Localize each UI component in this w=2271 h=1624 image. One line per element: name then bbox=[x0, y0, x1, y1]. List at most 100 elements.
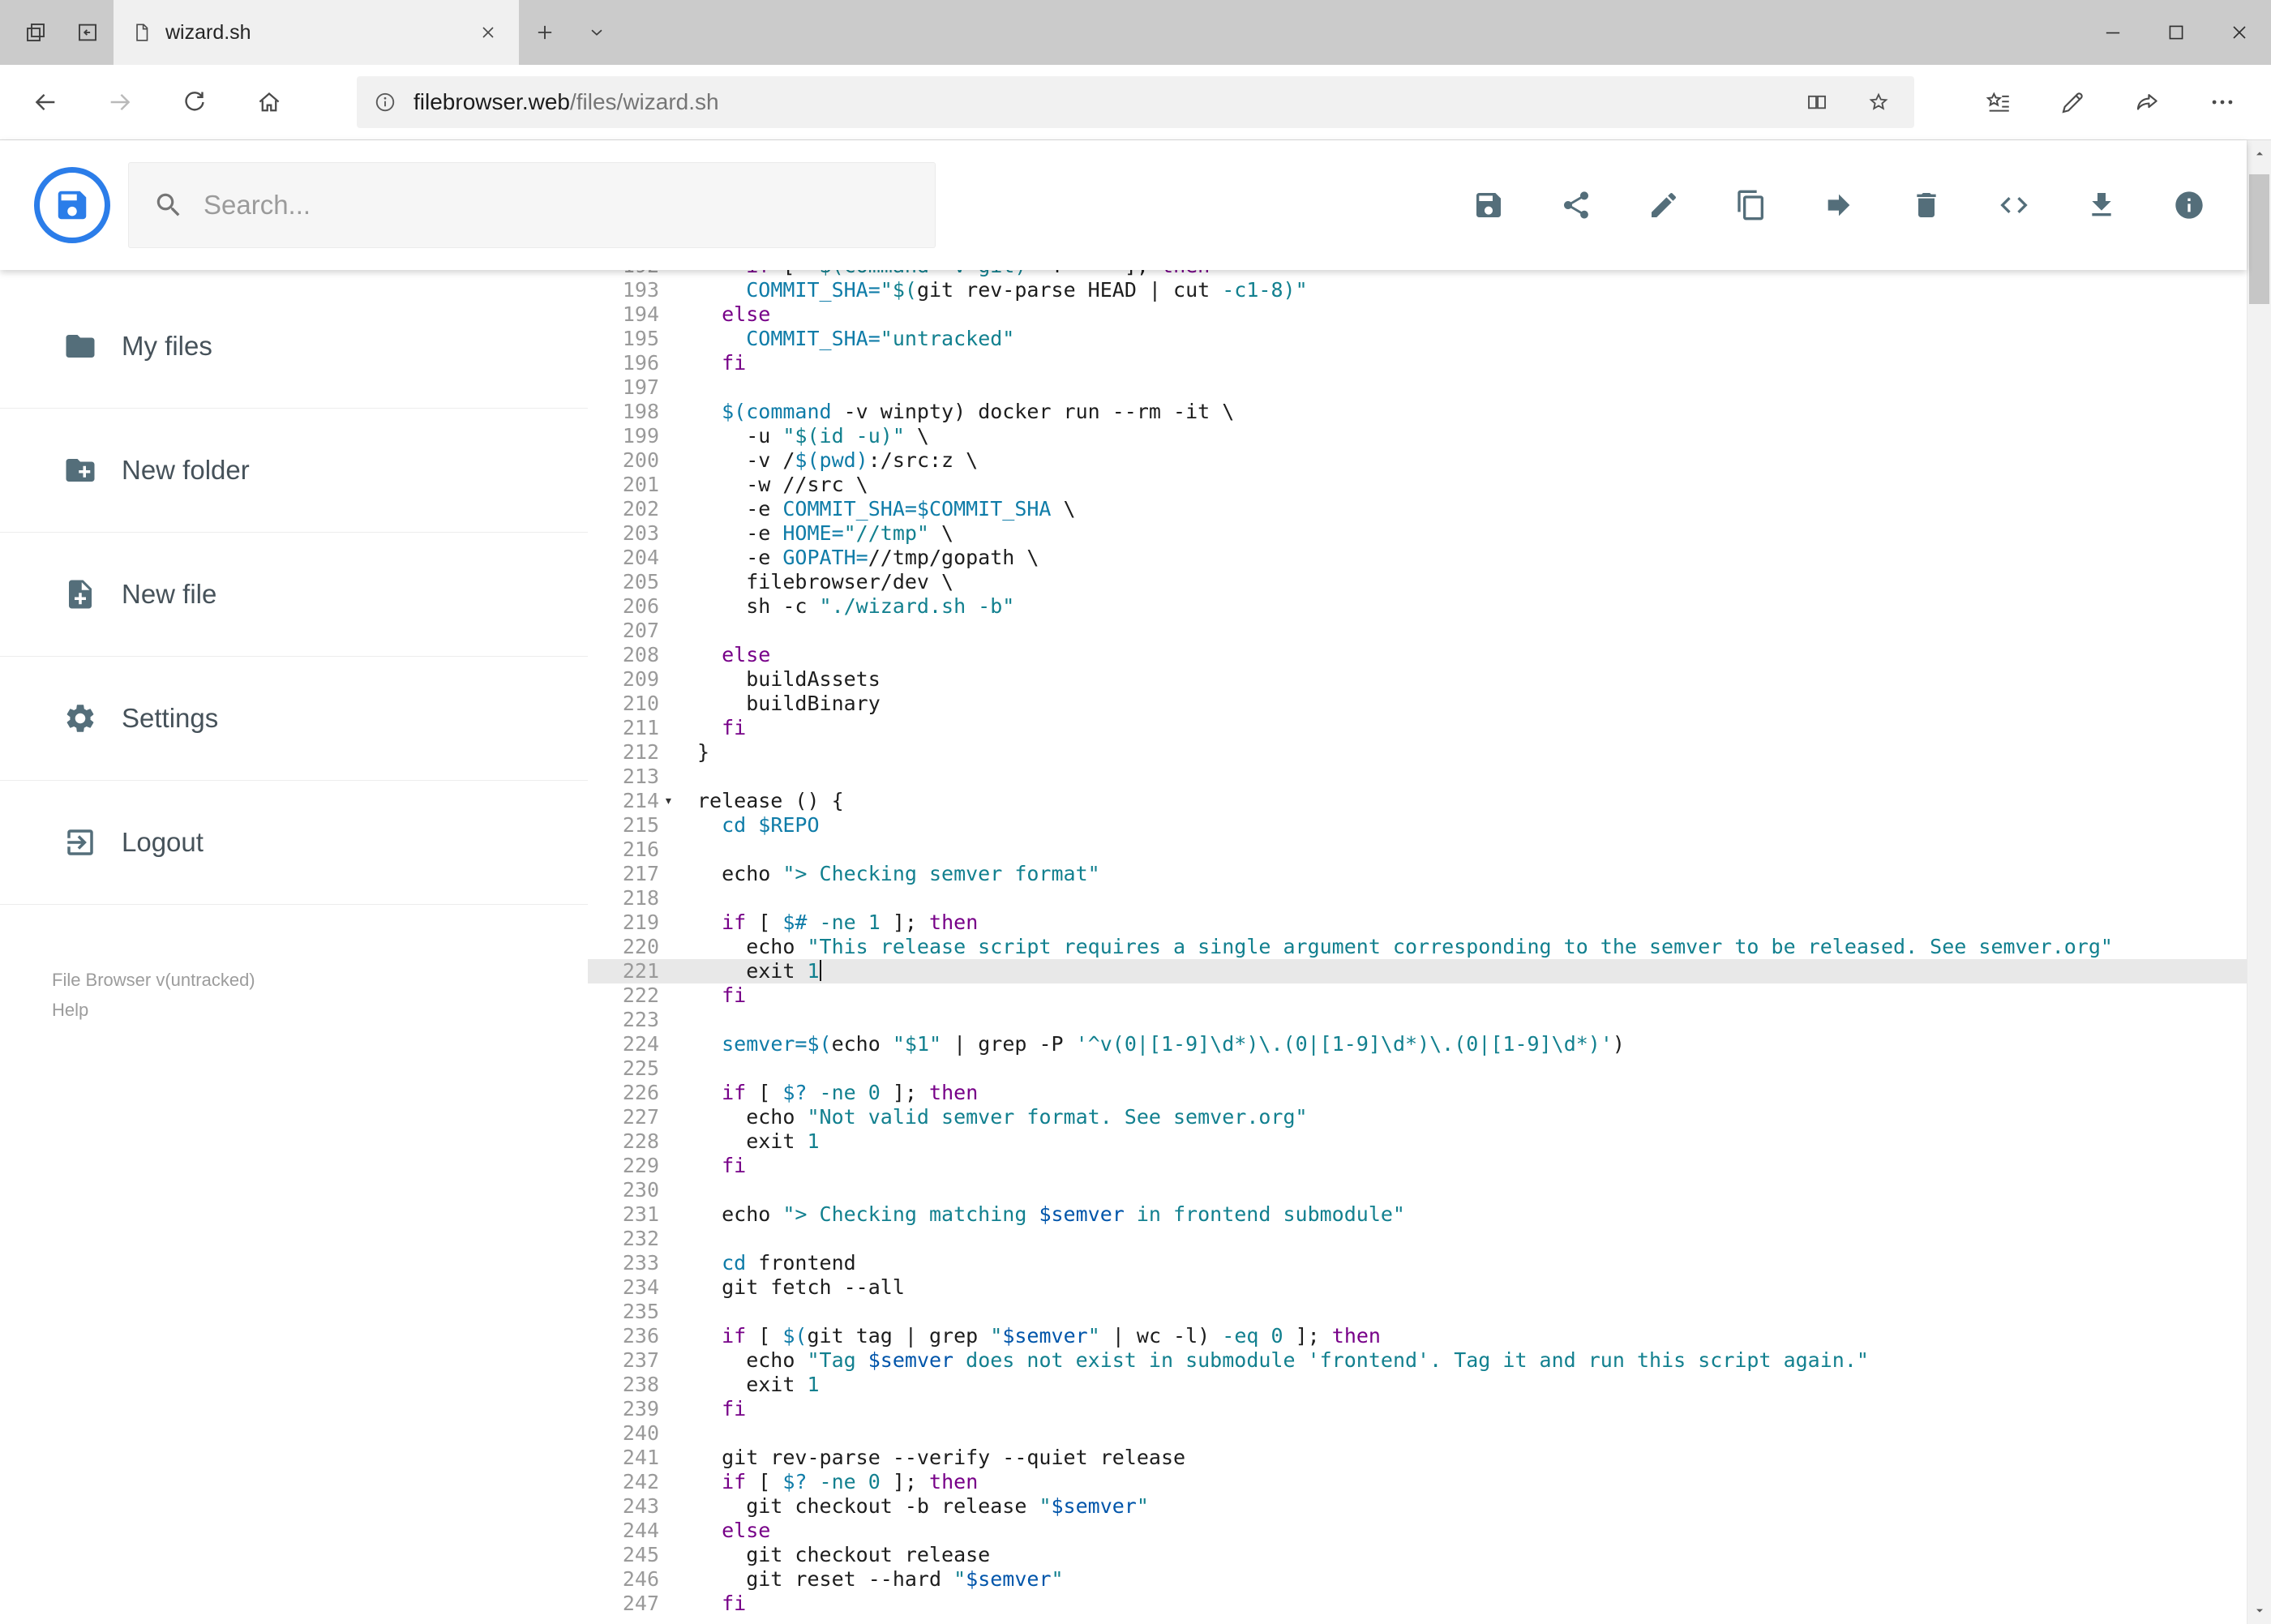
code-line[interactable]: 202 -e COMMIT_SHA=$COMMIT_SHA \ bbox=[588, 497, 2247, 521]
edit-button[interactable] bbox=[1634, 175, 1694, 235]
code-line[interactable]: 227 echo "Not valid semver format. See s… bbox=[588, 1105, 2247, 1129]
home-icon[interactable] bbox=[232, 68, 306, 136]
search-box[interactable] bbox=[128, 162, 936, 248]
tab-list-chevron-icon[interactable] bbox=[571, 0, 623, 65]
code-line[interactable]: 231 echo "> Checking matching $semver in… bbox=[588, 1202, 2247, 1227]
reading-view-icon[interactable] bbox=[1794, 79, 1840, 125]
maximize-button[interactable] bbox=[2145, 0, 2208, 65]
code-line[interactable]: 210 buildBinary bbox=[588, 692, 2247, 716]
browser-tab[interactable]: wizard.sh bbox=[114, 0, 519, 65]
code-editor[interactable]: 192 if [ "$(command -v git)" != "" ]; th… bbox=[588, 270, 2247, 1624]
code-line[interactable]: 245 git checkout release bbox=[588, 1543, 2247, 1567]
sidebar-item-my-files[interactable]: My files bbox=[0, 285, 588, 409]
refresh-icon[interactable] bbox=[157, 68, 232, 136]
code-line[interactable]: 197 bbox=[588, 375, 2247, 400]
code-line[interactable]: 194 else bbox=[588, 302, 2247, 327]
code-line[interactable]: 196 fi bbox=[588, 351, 2247, 375]
help-link[interactable]: Help bbox=[52, 995, 88, 1025]
code-line[interactable]: 247 fi bbox=[588, 1592, 2247, 1616]
scrollbar-track[interactable] bbox=[2247, 168, 2271, 1596]
favorite-star-icon[interactable] bbox=[1856, 79, 1901, 125]
code-line[interactable]: 236 if [ $(git tag | grep "$semver" | wc… bbox=[588, 1324, 2247, 1348]
info-button[interactable] bbox=[2159, 175, 2219, 235]
code-line[interactable]: 222 fi bbox=[588, 983, 2247, 1008]
share-button[interactable] bbox=[1546, 175, 1606, 235]
tabs-aside-icon[interactable] bbox=[10, 0, 62, 65]
code-line[interactable]: 244 else bbox=[588, 1519, 2247, 1543]
code-line[interactable]: 201 -w //src \ bbox=[588, 473, 2247, 497]
web-note-pen-icon[interactable] bbox=[2036, 68, 2110, 136]
code-line[interactable]: 214 ▾ release () { bbox=[588, 789, 2247, 813]
copy-button[interactable] bbox=[1721, 175, 1781, 235]
search-input[interactable] bbox=[204, 190, 911, 221]
code-line[interactable]: 208 else bbox=[588, 643, 2247, 667]
code-button[interactable] bbox=[1984, 175, 2044, 235]
sidebar-item-settings[interactable]: Settings bbox=[0, 657, 588, 781]
code-line[interactable]: 211 fi bbox=[588, 716, 2247, 740]
code-line[interactable]: 238 exit 1 bbox=[588, 1373, 2247, 1397]
download-button[interactable] bbox=[2072, 175, 2132, 235]
hub-favorites-icon[interactable] bbox=[1961, 68, 2036, 136]
share-page-icon[interactable] bbox=[2110, 68, 2185, 136]
code-line[interactable]: 206 sh -c "./wizard.sh -b" bbox=[588, 594, 2247, 619]
code-line[interactable]: 239 fi bbox=[588, 1397, 2247, 1421]
address-bar[interactable]: filebrowser.web/files/wizard.sh bbox=[357, 76, 1914, 128]
close-button[interactable] bbox=[2208, 0, 2271, 65]
tab-preview-icon[interactable] bbox=[62, 0, 114, 65]
code-line[interactable]: 212} bbox=[588, 740, 2247, 765]
code-line[interactable]: 242 if [ $? -ne 0 ]; then bbox=[588, 1470, 2247, 1494]
code-line[interactable]: 192 if [ "$(command -v git)" != "" ]; th… bbox=[588, 270, 2247, 278]
code-line[interactable]: 213 bbox=[588, 765, 2247, 789]
code-line[interactable]: 215 cd $REPO bbox=[588, 813, 2247, 838]
code-line[interactable]: 209 buildAssets bbox=[588, 667, 2247, 692]
code-line[interactable]: 235 bbox=[588, 1300, 2247, 1324]
filebrowser-logo[interactable] bbox=[34, 167, 110, 243]
code-line[interactable]: 218 bbox=[588, 886, 2247, 911]
code-line[interactable]: 224 semver=$(echo "$1" | grep -P '^v(0|[… bbox=[588, 1032, 2247, 1056]
code-line[interactable]: 233 cd frontend bbox=[588, 1251, 2247, 1275]
code-line[interactable]: 237 echo "Tag $semver does not exist in … bbox=[588, 1348, 2247, 1373]
code-line[interactable]: 246 git reset --hard "$semver" bbox=[588, 1567, 2247, 1592]
code-line[interactable]: 198 $(command -v winpty) docker run --rm… bbox=[588, 400, 2247, 424]
move-button[interactable] bbox=[1809, 175, 1869, 235]
scrollbar[interactable] bbox=[2247, 140, 2271, 1624]
code-line[interactable]: 243 git checkout -b release "$semver" bbox=[588, 1494, 2247, 1519]
new-tab-button[interactable] bbox=[519, 0, 571, 65]
more-options-icon[interactable] bbox=[2185, 68, 2260, 136]
code-line[interactable]: 200 -v /$(pwd):/src:z \ bbox=[588, 448, 2247, 473]
code-line[interactable]: 221 exit 1 bbox=[588, 959, 2247, 983]
code-line[interactable]: 195 COMMIT_SHA="untracked" bbox=[588, 327, 2247, 351]
fold-arrow-icon[interactable]: ▾ bbox=[664, 789, 673, 813]
code-line[interactable]: 219 if [ $# -ne 1 ]; then bbox=[588, 911, 2247, 935]
code-line[interactable]: 223 bbox=[588, 1008, 2247, 1032]
code-line[interactable]: 203 -e HOME="//tmp" \ bbox=[588, 521, 2247, 546]
code-line[interactable]: 207 bbox=[588, 619, 2247, 643]
code-line[interactable]: 199 -u "$(id -u)" \ bbox=[588, 424, 2247, 448]
code-line[interactable]: 217 echo "> Checking semver format" bbox=[588, 862, 2247, 886]
sidebar-item-new-file[interactable]: New file bbox=[0, 533, 588, 657]
page-info-icon[interactable] bbox=[373, 90, 397, 114]
minimize-button[interactable] bbox=[2081, 0, 2145, 65]
scroll-up-icon[interactable] bbox=[2247, 140, 2271, 168]
scroll-down-icon[interactable] bbox=[2247, 1596, 2271, 1624]
forward-icon[interactable] bbox=[83, 68, 157, 136]
code-line[interactable]: 234 git fetch --all bbox=[588, 1275, 2247, 1300]
code-line[interactable]: 229 fi bbox=[588, 1154, 2247, 1178]
code-line[interactable]: 228 exit 1 bbox=[588, 1129, 2247, 1154]
back-icon[interactable] bbox=[8, 68, 83, 136]
scrollbar-thumb[interactable] bbox=[2249, 174, 2269, 304]
code-line[interactable]: 193 COMMIT_SHA="$(git rev-parse HEAD | c… bbox=[588, 278, 2247, 302]
sidebar-item-logout[interactable]: Logout bbox=[0, 781, 588, 905]
delete-button[interactable] bbox=[1896, 175, 1956, 235]
code-line[interactable]: 220 echo "This release script requires a… bbox=[588, 935, 2247, 959]
code-line[interactable]: 205 filebrowser/dev \ bbox=[588, 570, 2247, 594]
sidebar-item-new-folder[interactable]: New folder bbox=[0, 409, 588, 533]
code-line[interactable]: 204 -e GOPATH=//tmp/gopath \ bbox=[588, 546, 2247, 570]
code-line[interactable]: 225 bbox=[588, 1056, 2247, 1081]
code-line[interactable]: 216 bbox=[588, 838, 2247, 862]
code-line[interactable]: 241 git rev-parse --verify --quiet relea… bbox=[588, 1446, 2247, 1470]
tab-close-icon[interactable] bbox=[470, 15, 506, 50]
code-line[interactable]: 230 bbox=[588, 1178, 2247, 1202]
code-line[interactable]: 240 bbox=[588, 1421, 2247, 1446]
save-button[interactable] bbox=[1459, 175, 1519, 235]
